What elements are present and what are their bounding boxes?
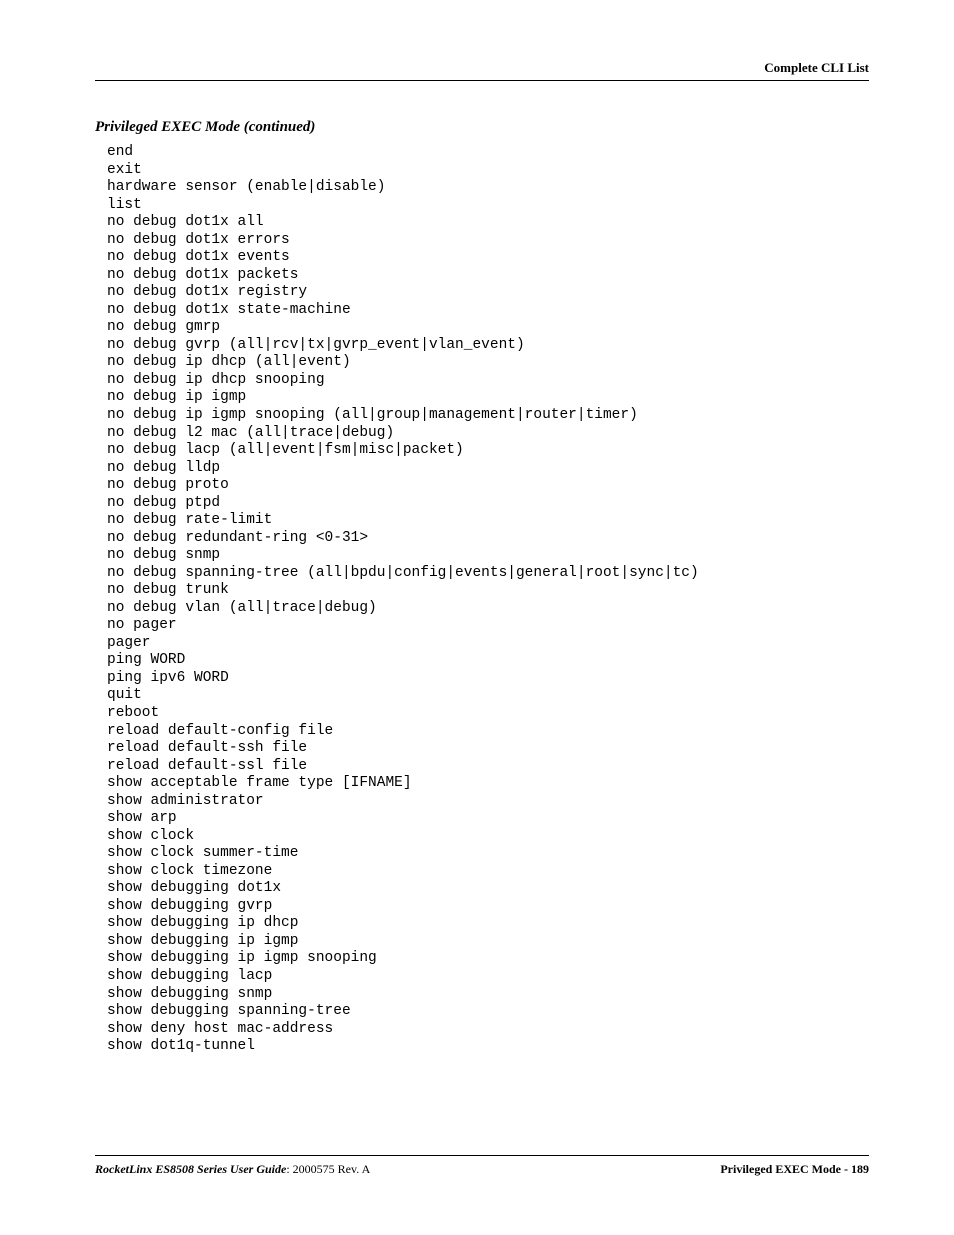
footer: RocketLinx ES8508 Series User Guide: 200…	[95, 1155, 869, 1177]
footer-doc-title: RocketLinx ES8508 Series User Guide	[95, 1162, 286, 1176]
footer-doc-rev: : 2000575 Rev. A	[286, 1162, 370, 1176]
cli-code-block: end exit hardware sensor (enable|disable…	[107, 144, 869, 1056]
header-rule	[95, 80, 869, 81]
header-right: Complete CLI List	[95, 60, 869, 76]
footer-row: RocketLinx ES8508 Series User Guide: 200…	[95, 1162, 869, 1177]
page: Complete CLI List Privileged EXEC Mode (…	[0, 0, 954, 1235]
section-title: Privileged EXEC Mode (continued)	[95, 119, 869, 136]
footer-left: RocketLinx ES8508 Series User Guide: 200…	[95, 1162, 370, 1177]
footer-right: Privileged EXEC Mode - 189	[720, 1162, 869, 1177]
footer-rule	[95, 1155, 869, 1156]
